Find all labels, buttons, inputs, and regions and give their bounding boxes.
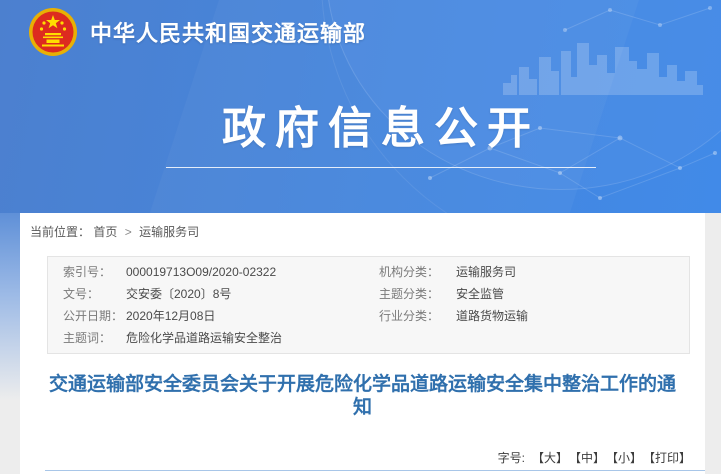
meta-value: 000019713O09/2020-02322 [126, 261, 276, 283]
meta-row-keywords: 主题词： 危险化学品道路运输安全整治 [48, 327, 379, 349]
meta-row-index-number: 索引号： 000019713O09/2020-02322 [48, 261, 379, 283]
font-size-controls: 字号: 【大】【中】【小】【打印】 [498, 449, 691, 466]
font-size-label: 字号: [498, 451, 525, 465]
meta-label: 主题词： [63, 327, 126, 349]
meta-label: 行业分类： [379, 305, 456, 327]
meta-value: 道路货物运输 [456, 305, 528, 327]
content-box: 当前位置： 首页 > 运输服务司 索引号： 000019713O09/2020-… [20, 213, 705, 474]
bottom-divider [45, 470, 705, 471]
page-title: 政府信息公开 [166, 92, 596, 156]
national-emblem [28, 7, 78, 57]
meta-value: 交安委〔2020〕8号 [126, 283, 231, 305]
breadcrumb-separator: > [125, 225, 132, 239]
page-body: 当前位置： 首页 > 运输服务司 索引号： 000019713O09/2020-… [0, 213, 721, 474]
breadcrumb-home-link[interactable]: 首页 [93, 225, 117, 239]
meta-row-publish-date: 公开日期： 2020年12月08日 [48, 305, 379, 327]
document-meta-table: 索引号： 000019713O09/2020-02322 文号： 交安委〔202… [47, 256, 690, 354]
meta-value: 2020年12月08日 [126, 305, 215, 327]
meta-value: 安全监管 [456, 283, 504, 305]
article-title: 交通运输部安全委员会关于开展危险化学品道路运输安全集中整治工作的通知 [40, 373, 685, 419]
meta-label: 文号： [63, 283, 126, 305]
meta-row-document-number: 文号： 交安委〔2020〕8号 [48, 283, 379, 305]
meta-row-agency-category: 机构分类： 运输服务司 [379, 261, 689, 283]
breadcrumb: 当前位置： 首页 > 运输服务司 [20, 213, 705, 240]
meta-label: 主题分类： [379, 283, 456, 305]
meta-column-left: 索引号： 000019713O09/2020-02322 文号： 交安委〔202… [48, 261, 379, 349]
meta-value: 运输服务司 [456, 261, 516, 283]
breadcrumb-label: 当前位置： [30, 225, 90, 239]
left-gradient-strip [0, 213, 20, 474]
meta-column-right: 机构分类： 运输服务司 主题分类： 安全监管 行业分类： 道路货物运输 [379, 261, 689, 349]
meta-row-topic-category: 主题分类： 安全监管 [379, 283, 689, 305]
font-size-small-button[interactable]: 【小】 [612, 451, 642, 465]
breadcrumb-section-link[interactable]: 运输服务司 [139, 225, 199, 239]
meta-label: 机构分类： [379, 261, 456, 283]
constellation-decoration [560, 0, 720, 40]
meta-label: 公开日期： [63, 305, 126, 327]
meta-value: 危险化学品道路运输安全整治 [126, 327, 282, 349]
print-button[interactable]: 【打印】 [649, 451, 691, 465]
font-size-medium-button[interactable]: 【中】 [575, 451, 605, 465]
banner-title-underline: 政府信息公开 [166, 92, 596, 168]
meta-row-industry-category: 行业分类： 道路货物运输 [379, 305, 689, 327]
meta-label: 索引号： [63, 261, 126, 283]
site-name: 中华人民共和国交通运输部 [90, 16, 366, 48]
font-size-large-button[interactable]: 【大】 [532, 451, 568, 465]
banner: 中华人民共和国交通运输部 政府信息公开 [0, 0, 721, 213]
city-skyline-decoration [503, 40, 703, 95]
